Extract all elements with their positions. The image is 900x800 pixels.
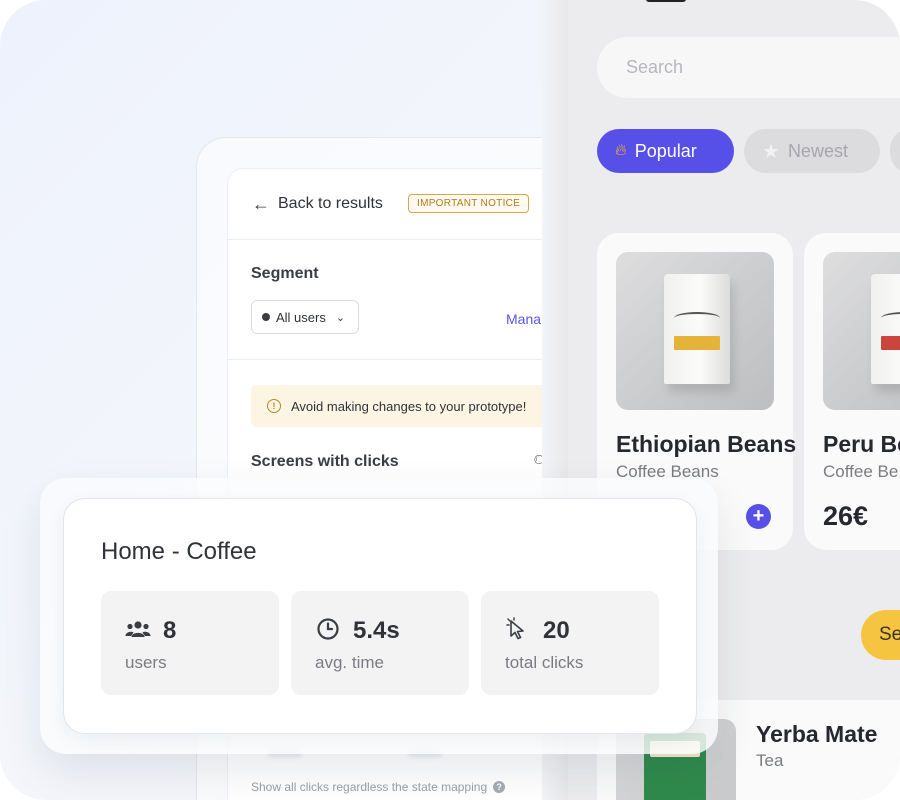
product-price: 26€ bbox=[823, 501, 869, 531]
segment-title: Segment bbox=[251, 265, 319, 282]
product-category: Coffee Be bbox=[823, 462, 899, 481]
product-image bbox=[823, 252, 900, 410]
stat-avg-time: 5.4s avg. time bbox=[291, 591, 469, 695]
flame-icon: 🔥︎ bbox=[615, 142, 627, 159]
screen-title: Home - Coffee bbox=[101, 538, 257, 565]
stat-value: 20 bbox=[543, 617, 570, 644]
divider bbox=[228, 359, 588, 360]
list-item-category: Tea bbox=[756, 751, 784, 770]
star-icon: ★ bbox=[762, 140, 780, 163]
warning-banner: ! Avoid making changes to your prototype… bbox=[251, 385, 588, 427]
product-name: Ethiopian Beans bbox=[616, 431, 797, 457]
heading-fragment bbox=[646, 0, 686, 2]
chip-newest[interactable]: ★ Newest bbox=[744, 129, 880, 173]
screen-stats-card: Home - Coffee 8 users 5.4s avg. time 20 … bbox=[63, 498, 697, 734]
background-card: ← Back to results IMPORTANT NOTICE Segme… bbox=[0, 0, 900, 800]
add-to-cart-button[interactable]: + bbox=[746, 504, 771, 529]
list-item-name: Yerba Mate bbox=[756, 721, 878, 747]
stat-users: 8 users bbox=[101, 591, 279, 695]
back-to-results-link[interactable]: ← Back to results bbox=[252, 195, 383, 213]
product-card[interactable]: Peru Be Coffee Be 26€ bbox=[804, 233, 900, 550]
stat-label: avg. time bbox=[315, 653, 384, 672]
back-label: Back to results bbox=[278, 195, 383, 212]
stat-value: 5.4s bbox=[353, 617, 400, 644]
divider bbox=[228, 239, 588, 240]
chip-label: Newest bbox=[787, 140, 848, 161]
stat-label: total clicks bbox=[505, 653, 584, 672]
manage-link[interactable]: Mana bbox=[506, 311, 541, 327]
coffee-bag-image bbox=[871, 274, 900, 384]
segment-dropdown[interactable]: All users ⌄ bbox=[251, 300, 359, 334]
stat-value: 8 bbox=[163, 617, 177, 644]
chip-popular[interactable]: 🔥︎ Popular bbox=[597, 129, 734, 173]
warning-icon: ! bbox=[267, 399, 281, 413]
stat-label: users bbox=[125, 653, 167, 672]
show-all-clicks-toggle[interactable]: Show all clicks regardless the state map… bbox=[251, 780, 506, 794]
users-icon bbox=[125, 616, 151, 642]
arrow-left-icon: ← bbox=[252, 194, 270, 214]
help-icon[interactable]: ? bbox=[493, 781, 506, 793]
search-input[interactable]: Search bbox=[597, 37, 900, 98]
product-name: Peru Be bbox=[823, 431, 900, 457]
important-notice-badge: IMPORTANT NOTICE bbox=[408, 194, 530, 213]
coffee-bag-image bbox=[664, 274, 730, 384]
stat-total-clicks: 20 total clicks bbox=[481, 591, 659, 695]
warning-text: Avoid making changes to your prototype! bbox=[291, 398, 527, 414]
cursor-click-icon bbox=[505, 616, 531, 642]
clock-icon bbox=[315, 616, 341, 642]
segment-value: All users bbox=[276, 309, 326, 325]
screens-title: Screens with clicks bbox=[251, 453, 399, 470]
product-image bbox=[616, 252, 774, 410]
show-all-label: Show all clicks regardless the state map… bbox=[251, 780, 488, 794]
see-all-button[interactable]: Se bbox=[861, 610, 900, 660]
chip-more[interactable] bbox=[890, 129, 900, 173]
segment-dot-icon bbox=[262, 313, 270, 321]
chip-label: Popular bbox=[634, 140, 697, 161]
chevron-down-icon: ⌄ bbox=[335, 311, 346, 324]
search-placeholder: Search bbox=[626, 57, 684, 77]
